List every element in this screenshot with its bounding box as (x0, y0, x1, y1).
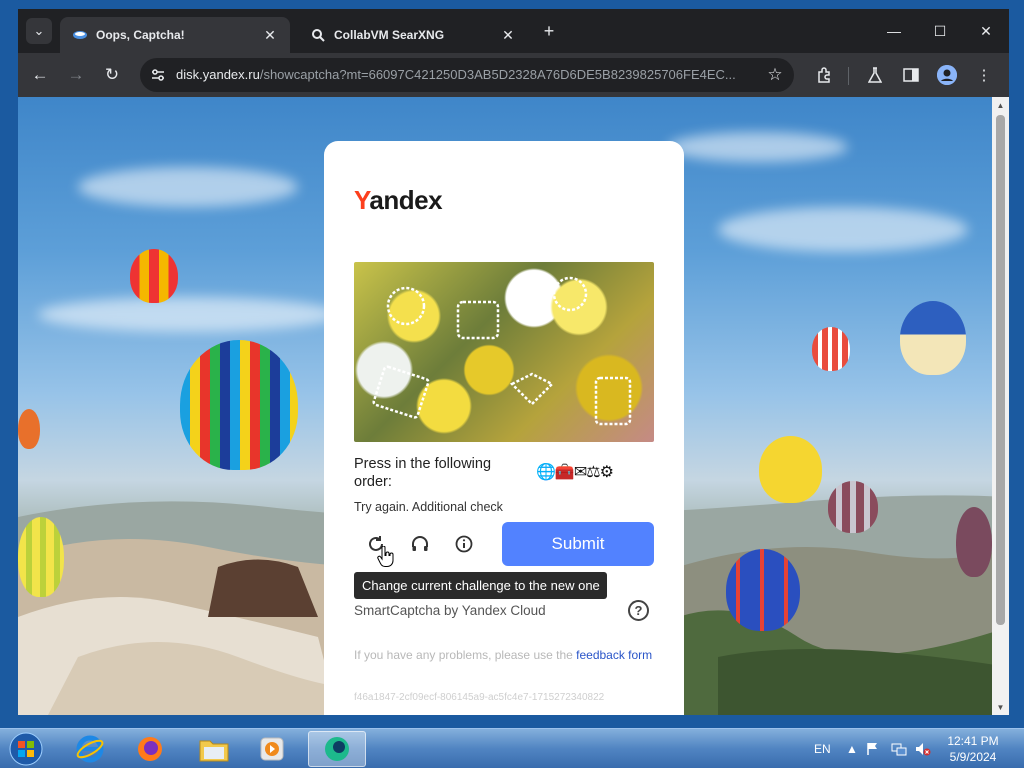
smartcaptcha-brand: SmartCaptcha by Yandex Cloud (354, 603, 546, 618)
captcha-instruction: Press in the following order: (354, 456, 492, 490)
browser-window: ⌄ Oops, Captcha! ✕ CollabVM SearXNG ✕ + … (18, 9, 1009, 715)
action-center-flag-icon[interactable] (866, 729, 880, 768)
page-viewport: Yandex Press in the following order: 🌐🧰✉… (18, 97, 1009, 715)
collabvm-app-icon[interactable] (308, 731, 366, 767)
hot-air-balloon (812, 327, 850, 371)
profile-icon[interactable] (937, 65, 957, 85)
audio-headphones-icon[interactable] (406, 530, 434, 558)
hot-air-balloon (180, 340, 298, 470)
file-explorer-icon[interactable] (188, 731, 240, 767)
menu-icon[interactable]: ⋮ (970, 61, 998, 89)
minimize-icon[interactable]: — (871, 9, 917, 53)
bookmark-star-icon[interactable]: ☆ (764, 64, 786, 86)
captcha-challenge-image[interactable] (354, 262, 654, 442)
url-text: disk.yandex.ru/showcaptcha?mt=66097C4212… (176, 67, 756, 82)
hot-air-balloon (956, 507, 992, 577)
target-shape (594, 376, 632, 426)
scroll-up-icon[interactable]: ▲ (992, 97, 1009, 113)
yandex-logo: Yandex (354, 185, 443, 215)
url-path: /showcaptcha?mt=66097C421250D3AB5D2328A7… (259, 67, 736, 82)
feedback-form-link[interactable]: feedback form (576, 648, 652, 662)
show-hidden-icons-icon[interactable]: ▲ (846, 729, 858, 768)
close-tab-icon[interactable]: ✕ (500, 27, 516, 43)
volume-muted-icon[interactable] (915, 729, 931, 768)
tab-search-icon[interactable]: ⌄ (26, 18, 52, 44)
side-panel-icon[interactable] (897, 61, 925, 89)
windows-taskbar: EN ▲ 12:41 PM 5/9/2024 (0, 728, 1024, 768)
captcha-card: Yandex Press in the following order: 🌐🧰✉… (324, 141, 684, 715)
tab-strip: ⌄ Oops, Captcha! ✕ CollabVM SearXNG ✕ + … (18, 9, 1009, 53)
media-player-icon[interactable] (246, 731, 298, 767)
address-bar[interactable]: disk.yandex.ru/showcaptcha?mt=66097C4212… (140, 58, 794, 92)
hot-air-balloon (828, 481, 878, 533)
clock-time: 12:41 PM (947, 734, 999, 748)
browser-toolbar: ← → ↻ disk.yandex.ru/showcaptcha?mt=6609… (18, 53, 1009, 97)
searxng-favicon (310, 27, 326, 43)
help-icon[interactable]: ? (628, 600, 649, 621)
url-host: disk.yandex.ru (176, 67, 260, 82)
status-message: Try again. Additional check (354, 500, 503, 514)
back-icon[interactable]: ← (26, 61, 54, 89)
feedback-note: If you have any problems, please use the… (354, 648, 653, 662)
tab-title: Oops, Captcha! (96, 28, 185, 42)
yandex-disk-favicon (72, 27, 88, 43)
page-scrollbar[interactable]: ▲ ▼ (992, 97, 1009, 715)
internet-explorer-icon[interactable] (64, 731, 116, 767)
forward-icon[interactable]: → (62, 61, 90, 89)
firefox-icon[interactable] (124, 731, 176, 767)
scrollbar-thumb[interactable] (996, 115, 1005, 625)
extensions-icon[interactable] (810, 61, 838, 89)
reload-icon[interactable]: ↻ (98, 61, 126, 89)
target-shape (456, 300, 500, 340)
language-indicator[interactable]: EN (814, 729, 831, 768)
start-button[interactable] (4, 730, 48, 768)
site-info-icon[interactable] (148, 65, 168, 85)
hot-air-balloon (18, 517, 64, 597)
labs-icon[interactable] (861, 61, 889, 89)
scroll-down-icon[interactable]: ▼ (992, 699, 1009, 715)
hand-pointer-cursor-icon (377, 545, 395, 573)
order-icons: 🌐🧰✉⚖⚙ (536, 464, 614, 481)
target-shape (372, 365, 430, 419)
tab-title: CollabVM SearXNG (334, 28, 445, 42)
refresh-tooltip: Change current challenge to the new one (354, 572, 607, 599)
system-clock[interactable]: 12:41 PM 5/9/2024 (940, 733, 1006, 765)
hot-air-balloon (759, 436, 822, 503)
maximize-icon[interactable]: ☐ (917, 9, 963, 53)
close-tab-icon[interactable]: ✕ (262, 27, 278, 43)
window-controls: — ☐ ✕ (871, 9, 1009, 53)
target-shape (552, 276, 588, 312)
target-shape (509, 372, 555, 406)
network-icon[interactable] (891, 729, 907, 768)
hot-air-balloon (18, 409, 40, 449)
request-id: f46a1847-2cf09ecf-806145a9-ac5fc4e7-1715… (354, 692, 605, 703)
hot-air-balloon (900, 301, 966, 375)
target-shape (386, 286, 426, 326)
info-icon[interactable] (450, 530, 478, 558)
close-window-icon[interactable]: ✕ (963, 9, 1009, 53)
toolbar-separator (848, 67, 849, 85)
hot-air-balloon (726, 549, 800, 631)
hot-air-balloon (130, 249, 178, 303)
clock-date: 5/9/2024 (949, 750, 997, 764)
submit-button[interactable]: Submit (502, 522, 654, 566)
tab-oops-captcha[interactable]: Oops, Captcha! ✕ (60, 17, 290, 53)
new-tab-icon[interactable]: + (538, 20, 560, 42)
tab-collabvm-searxng[interactable]: CollabVM SearXNG ✕ (298, 17, 528, 53)
